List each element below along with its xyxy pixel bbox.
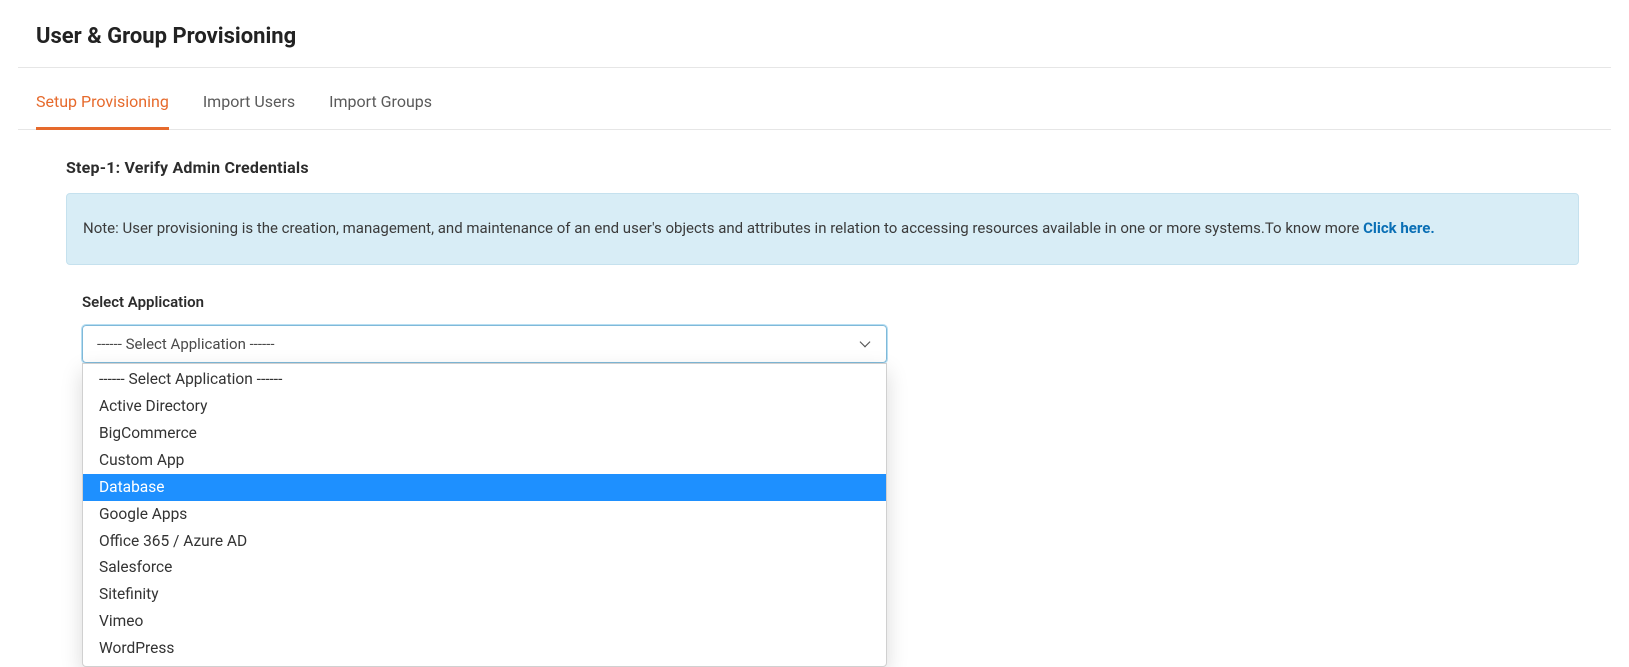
option-vimeo[interactable]: Vimeo [83,608,886,635]
tab-import-groups[interactable]: Import Groups [329,70,432,130]
option-google-apps[interactable]: Google Apps [83,501,886,528]
tabs-bar: Setup Provisioning Import Users Import Gro… [18,70,1611,130]
note-link[interactable]: Click here. [1363,219,1435,237]
option-custom-app[interactable]: Custom App [83,447,886,474]
chevron-down-icon [860,337,871,348]
note-text: Note: User provisioning is the creation,… [83,219,1363,237]
content-area: Step-1: Verify Admin Credentials Note: U… [18,130,1611,363]
option-database[interactable]: Database [83,474,886,501]
page-title: User & Group Provisioning [18,16,1611,67]
select-dropdown: ------ Select Application ------Active D… [82,363,887,667]
step-title: Step-1: Verify Admin Credentials [66,158,1579,177]
select-application: ------ Select Application ------ ------ … [82,325,887,363]
tab-setup-provisioning[interactable]: Setup Provisioning [36,70,169,130]
option-sitefinity[interactable]: Sitefinity [83,581,886,608]
field-label: Select Application [82,293,1579,311]
option-wordpress[interactable]: WordPress [83,635,886,662]
tab-import-users[interactable]: Import Users [203,70,295,130]
option-select-application[interactable]: ------ Select Application ------ [83,366,886,393]
select-input[interactable]: ------ Select Application ------ [82,325,887,363]
option-bigcommerce[interactable]: BigCommerce [83,420,886,447]
divider [18,67,1611,68]
note-box: Note: User provisioning is the creation,… [66,193,1579,265]
select-value: ------ Select Application ------ [97,335,274,353]
option-active-directory[interactable]: Active Directory [83,393,886,420]
option-office-365-azure-ad[interactable]: Office 365 / Azure AD [83,528,886,555]
option-salesforce[interactable]: Salesforce [83,554,886,581]
field-block: Select Application ------ Select Applica… [66,293,1579,363]
